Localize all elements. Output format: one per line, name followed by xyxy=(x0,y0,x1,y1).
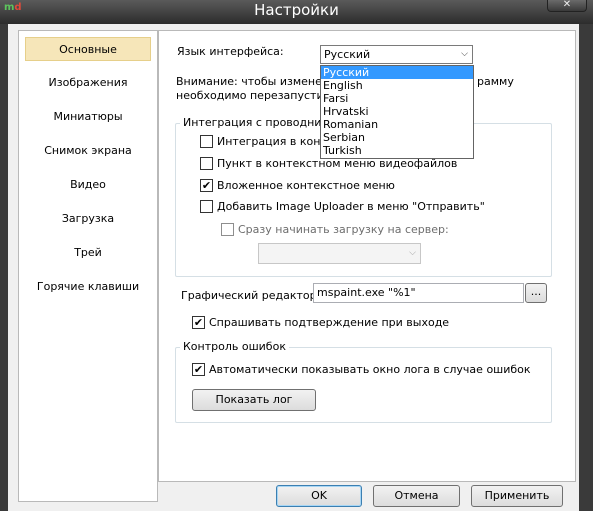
sidebar-item-thumbnails[interactable]: Миниатюры xyxy=(25,105,151,129)
window-frame-left xyxy=(0,24,8,511)
error-control-group xyxy=(175,347,552,423)
checkbox-box[interactable] xyxy=(200,135,213,148)
title-bar: md Настройки ✕ xyxy=(0,0,593,24)
checkbox-label: Вложенное контекстное меню xyxy=(217,179,395,192)
checkmark-icon[interactable]: ✔ xyxy=(192,316,205,329)
editor-label: Графический редактор: xyxy=(181,289,321,302)
error-control-group-title: Контроль ошибок xyxy=(180,340,289,353)
settings-sidebar: Основные Изображения Миниатюры Снимок эк… xyxy=(18,30,158,502)
checkbox-box[interactable] xyxy=(221,223,234,236)
sendto-menu-checkbox[interactable]: Добавить Image Uploader в меню "Отправит… xyxy=(200,200,485,213)
close-button[interactable]: ✕ xyxy=(547,0,587,12)
checkmark-icon[interactable]: ✔ xyxy=(192,363,205,376)
nested-context-menu-checkbox[interactable]: ✔ Вложенное контекстное меню xyxy=(200,179,395,192)
language-dropdown-list: Русский English Farsi Hrvatski Romanian … xyxy=(320,65,474,159)
checkbox-box[interactable] xyxy=(200,157,213,170)
sidebar-item-screenshot[interactable]: Снимок экрана xyxy=(25,139,151,163)
chevron-down-icon: ⌵ xyxy=(409,248,416,258)
language-option[interactable]: Romanian xyxy=(321,118,473,131)
dialog-client-area: Основные Изображения Миниатюры Снимок эк… xyxy=(8,24,579,511)
checkbox-label: Сразу начинать загрузку на сервер: xyxy=(238,223,449,236)
ok-button[interactable]: OK xyxy=(276,485,362,507)
restart-warning-line1-end: рамму xyxy=(477,75,514,88)
cancel-button[interactable]: Отмена xyxy=(373,485,460,507)
sidebar-item-general[interactable]: Основные xyxy=(25,37,151,61)
apply-button[interactable]: Применить xyxy=(471,485,563,507)
browse-editor-button[interactable]: ... xyxy=(525,283,547,303)
checkbox-box[interactable] xyxy=(200,200,213,213)
language-select[interactable]: Русский ⌵ xyxy=(320,45,473,64)
confirm-exit-checkbox[interactable]: ✔ Спрашивать подтверждение при выходе xyxy=(192,316,449,329)
sidebar-item-tray[interactable]: Трей xyxy=(25,241,151,265)
editor-path-input[interactable]: mspaint.exe "%1" xyxy=(313,283,524,303)
window-title: Настройки xyxy=(254,1,339,19)
sidebar-item-video[interactable]: Видео xyxy=(25,173,151,197)
language-option[interactable]: Hrvatski xyxy=(321,105,473,118)
checkmark-icon[interactable]: ✔ xyxy=(200,179,213,192)
sidebar-item-upload[interactable]: Загрузка xyxy=(25,207,151,231)
show-log-button[interactable]: Показать лог xyxy=(192,389,316,411)
chevron-down-icon: ⌵ xyxy=(461,49,468,59)
checkbox-label: Добавить Image Uploader в меню "Отправит… xyxy=(217,200,485,213)
checkbox-label: Спрашивать подтверждение при выходе xyxy=(209,316,450,329)
upload-server-select[interactable]: ⌵ xyxy=(258,243,421,264)
window-frame-right xyxy=(579,24,593,511)
checkbox-label: Автоматически показывать окно лога в слу… xyxy=(209,363,531,376)
language-select-value: Русский xyxy=(324,48,371,61)
sidebar-item-hotkeys[interactable]: Горячие клавиши xyxy=(25,275,151,299)
general-settings-panel: Язык интерфейса: Русский ⌵ Русский Engli… xyxy=(158,30,576,482)
auto-show-log-checkbox[interactable]: ✔ Автоматически показывать окно лога в с… xyxy=(192,363,531,376)
language-option[interactable]: English xyxy=(321,79,473,92)
restart-warning-line2: необходимо перезапустить. xyxy=(176,89,340,102)
language-label: Язык интерфейса: xyxy=(177,45,284,58)
language-option[interactable]: Farsi xyxy=(321,92,473,105)
sidebar-item-images[interactable]: Изображения xyxy=(25,71,151,95)
language-option[interactable]: Русский xyxy=(321,66,473,79)
restart-warning-line1: Внимание: чтобы изменения xyxy=(176,75,343,88)
language-option[interactable]: Turkish xyxy=(321,144,473,157)
language-option[interactable]: Serbian xyxy=(321,131,473,144)
upload-immediately-checkbox[interactable]: Сразу начинать загрузку на сервер: xyxy=(221,223,449,236)
